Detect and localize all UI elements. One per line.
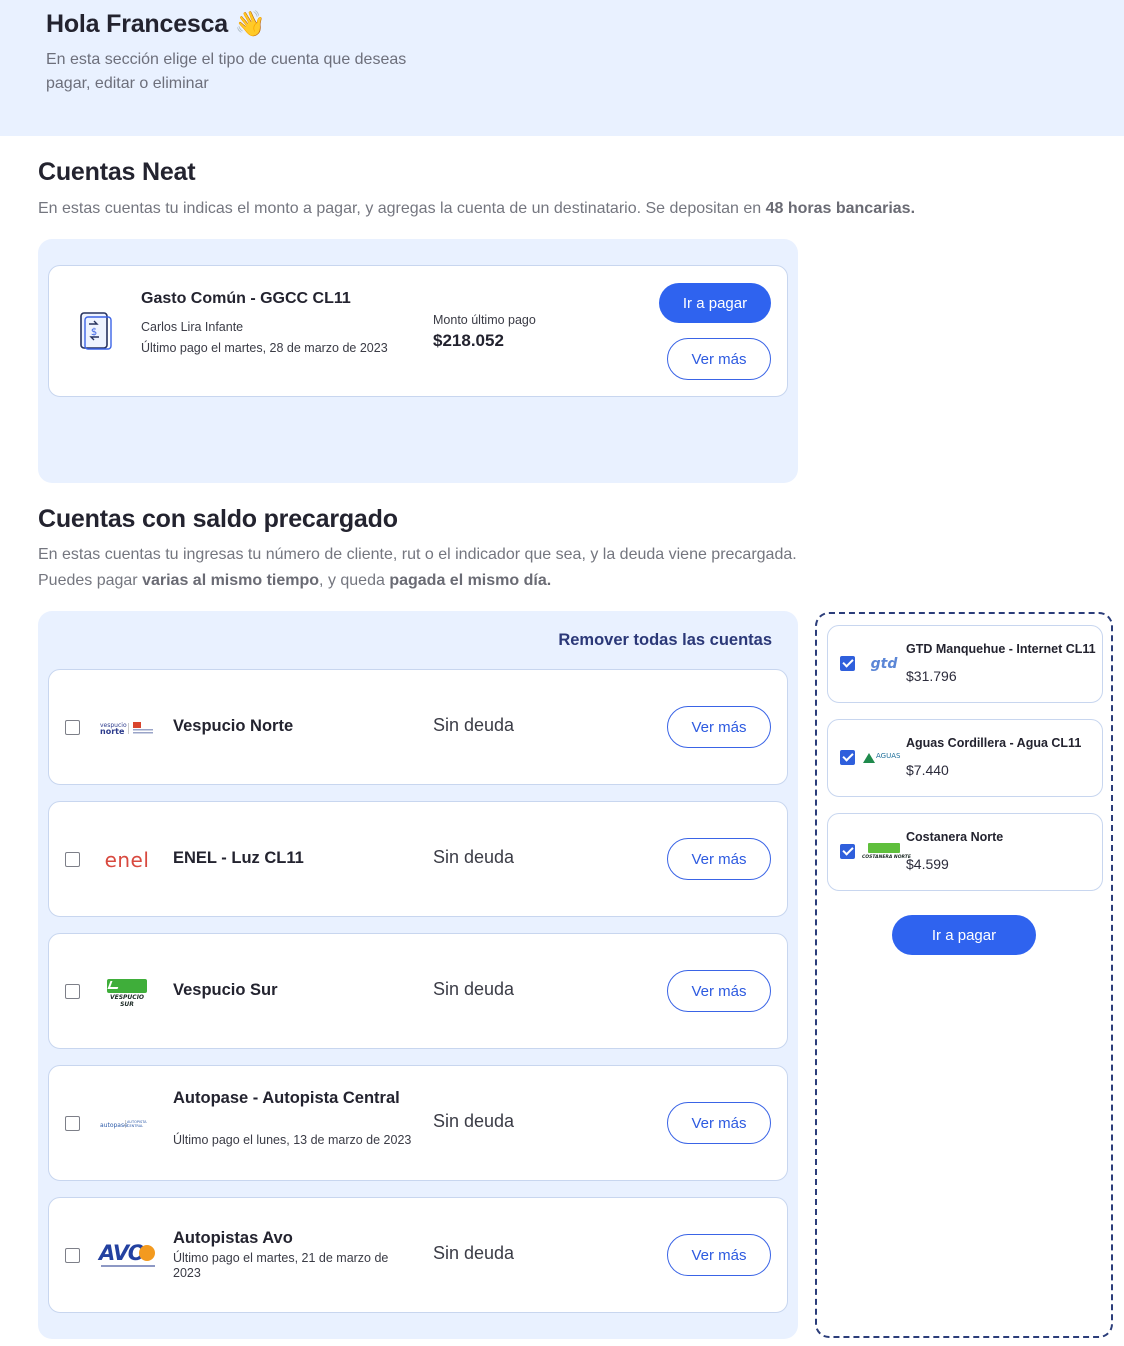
cart-item-name: Aguas Cordillera - Agua CL11 — [906, 736, 1082, 750]
cart-item: COSTANERA NORTE Costanera Norte $4.599 — [827, 813, 1103, 891]
neat-section-title: Cuentas Neat — [38, 158, 196, 186]
neat-account-holder: Carlos Lira Infante — [141, 320, 244, 334]
account-card: autopase AUTOPISTA CENTRAL Autopase - Au… — [48, 1065, 788, 1181]
precharged-accounts-panel: Remover todas las cuentas vespucio norte… — [38, 611, 798, 1339]
account-name: Autopistas Avo — [173, 1229, 293, 1247]
cart-item-checkbox[interactable] — [840, 844, 855, 859]
svg-text:norte: norte — [100, 727, 125, 736]
account-card: AVO Autopistas Avo Último pago el martes… — [48, 1197, 788, 1313]
enel-logo-text: enel — [104, 848, 150, 872]
vespucio-norte-logo: vespucio norte — [99, 713, 155, 743]
account-card: enel ENEL - Luz CL11 Sin deuda Ver más — [48, 801, 788, 917]
vespucio-sur-logo-text: VESPUCIO SUR — [109, 994, 145, 1008]
account-card: vespucio norte Vespucio Norte Sin deuda … — [48, 669, 788, 785]
account-status: Sin deuda — [433, 1243, 515, 1263]
enel-logo: enel — [99, 845, 155, 875]
vespucio-sur-logo: VESPUCIO SUR — [99, 975, 155, 1008]
see-more-button[interactable]: Ver más — [667, 838, 771, 880]
cart-item-amount: $31.796 — [906, 668, 957, 684]
neat-accounts-panel: $ Gasto Común - GGCC CL11 Carlos Lira In… — [38, 239, 798, 483]
see-more-button[interactable]: Ver más — [667, 1234, 771, 1276]
see-more-button[interactable]: Ver más — [667, 1102, 771, 1144]
welcome-banner: Hola Francesca 👋 En esta sección elige e… — [0, 0, 1124, 136]
account-name: Vespucio Sur — [173, 981, 278, 999]
greeting-title: Hola Francesca 👋 — [46, 10, 266, 38]
avo-logo-text: AVO — [99, 1241, 146, 1265]
amount-label: Monto último pago — [433, 313, 536, 327]
account-status: Sin deuda — [433, 847, 515, 867]
account-card: VESPUCIO SUR Vespucio Sur Sin deuda Ver … — [48, 933, 788, 1049]
cart-item-checkbox[interactable] — [840, 656, 855, 671]
cart-item-amount: $4.599 — [906, 856, 949, 872]
precharged-desc-line1: En estas cuentas tu ingresas tu número d… — [38, 546, 797, 563]
cart-item-name: Costanera Norte — [906, 830, 1004, 844]
cart-item: gtd GTD Manquehue - Internet CL11 $31.79… — [827, 625, 1103, 703]
neat-amount: $218.052 — [433, 331, 504, 350]
cart-item: AGUAS Aguas Cordillera - Agua CL11 $7.44… — [827, 719, 1103, 797]
precharged-section-title: Cuentas con saldo precargado — [38, 505, 398, 533]
account-name: ENEL - Luz CL11 — [173, 849, 304, 867]
svg-text:$: $ — [91, 327, 97, 338]
autopase-logo: autopase AUTOPISTA CENTRAL — [99, 1109, 155, 1139]
costanera-norte-logo: COSTANERA NORTE — [862, 838, 911, 866]
neat-account-card: $ Gasto Común - GGCC CL11 Carlos Lira In… — [48, 265, 788, 397]
account-name: Autopase - Autopista Central — [173, 1089, 400, 1107]
see-more-button[interactable]: Ver más — [667, 970, 771, 1012]
aguas-logo-text: AGUAS — [876, 752, 901, 760]
costanera-logo-text: COSTANERA NORTE — [862, 855, 911, 860]
cart-item-name: GTD Manquehue - Internet CL11 — [906, 642, 1096, 656]
cart-pay-button[interactable]: Ir a pagar — [892, 915, 1036, 955]
selected-accounts-cart: gtd GTD Manquehue - Internet CL11 $31.79… — [815, 612, 1113, 1338]
gtd-logo: gtd — [862, 650, 906, 678]
see-more-button[interactable]: Ver más — [667, 706, 771, 748]
neat-desc-text: En estas cuentas tu indicas el monto a p… — [38, 200, 766, 217]
svg-text:autopase: autopase — [100, 1122, 128, 1129]
remove-all-accounts-link[interactable]: Remover todas las cuentas — [558, 631, 772, 650]
pay-button[interactable]: Ir a pagar — [659, 283, 771, 323]
precharged-desc-line2: Puedes pagar varias al mismo tiempo, y q… — [38, 568, 551, 594]
neat-section-description: En estas cuentas tu indicas el monto a p… — [38, 196, 915, 222]
account-checkbox[interactable] — [65, 720, 80, 735]
neat-last-payment: Último pago el martes, 28 de marzo de 20… — [141, 341, 388, 355]
aguas-cordillera-logo: AGUAS — [862, 744, 906, 772]
account-status: Sin deuda — [433, 1111, 515, 1131]
account-checkbox[interactable] — [65, 1116, 80, 1131]
account-checkbox[interactable] — [65, 984, 80, 999]
see-more-button[interactable]: Ver más — [667, 338, 771, 380]
gtd-logo-text: gtd — [870, 656, 898, 672]
svg-text:CENTRAL: CENTRAL — [127, 1124, 143, 1128]
desc2-text-b: , y queda — [319, 572, 390, 589]
greeting-subtitle: En esta sección elige el tipo de cuenta … — [46, 51, 407, 92]
account-status: Sin deuda — [433, 979, 515, 999]
desc2-bold-b: pagada el mismo día. — [389, 572, 552, 589]
avo-logo: AVO — [99, 1240, 155, 1270]
account-last-payment: Último pago el lunes, 13 de marzo de 202… — [173, 1133, 412, 1147]
account-status: Sin deuda — [433, 715, 515, 735]
account-checkbox[interactable] — [65, 1248, 80, 1263]
document-dollar-icon: $ — [77, 310, 113, 352]
desc2-text-a: Puedes pagar — [38, 572, 143, 589]
desc2-bold-a: varias al mismo tiempo — [142, 572, 320, 589]
neat-account-name: Gasto Común - GGCC CL11 — [141, 290, 351, 307]
cart-item-checkbox[interactable] — [840, 750, 855, 765]
account-checkbox[interactable] — [65, 852, 80, 867]
account-last-payment: Último pago el martes, 21 de marzo de 20… — [173, 1251, 389, 1280]
account-name: Vespucio Norte — [173, 717, 294, 735]
neat-desc-bold: 48 horas bancarias. — [765, 200, 916, 217]
cart-item-amount: $7.440 — [906, 762, 949, 778]
